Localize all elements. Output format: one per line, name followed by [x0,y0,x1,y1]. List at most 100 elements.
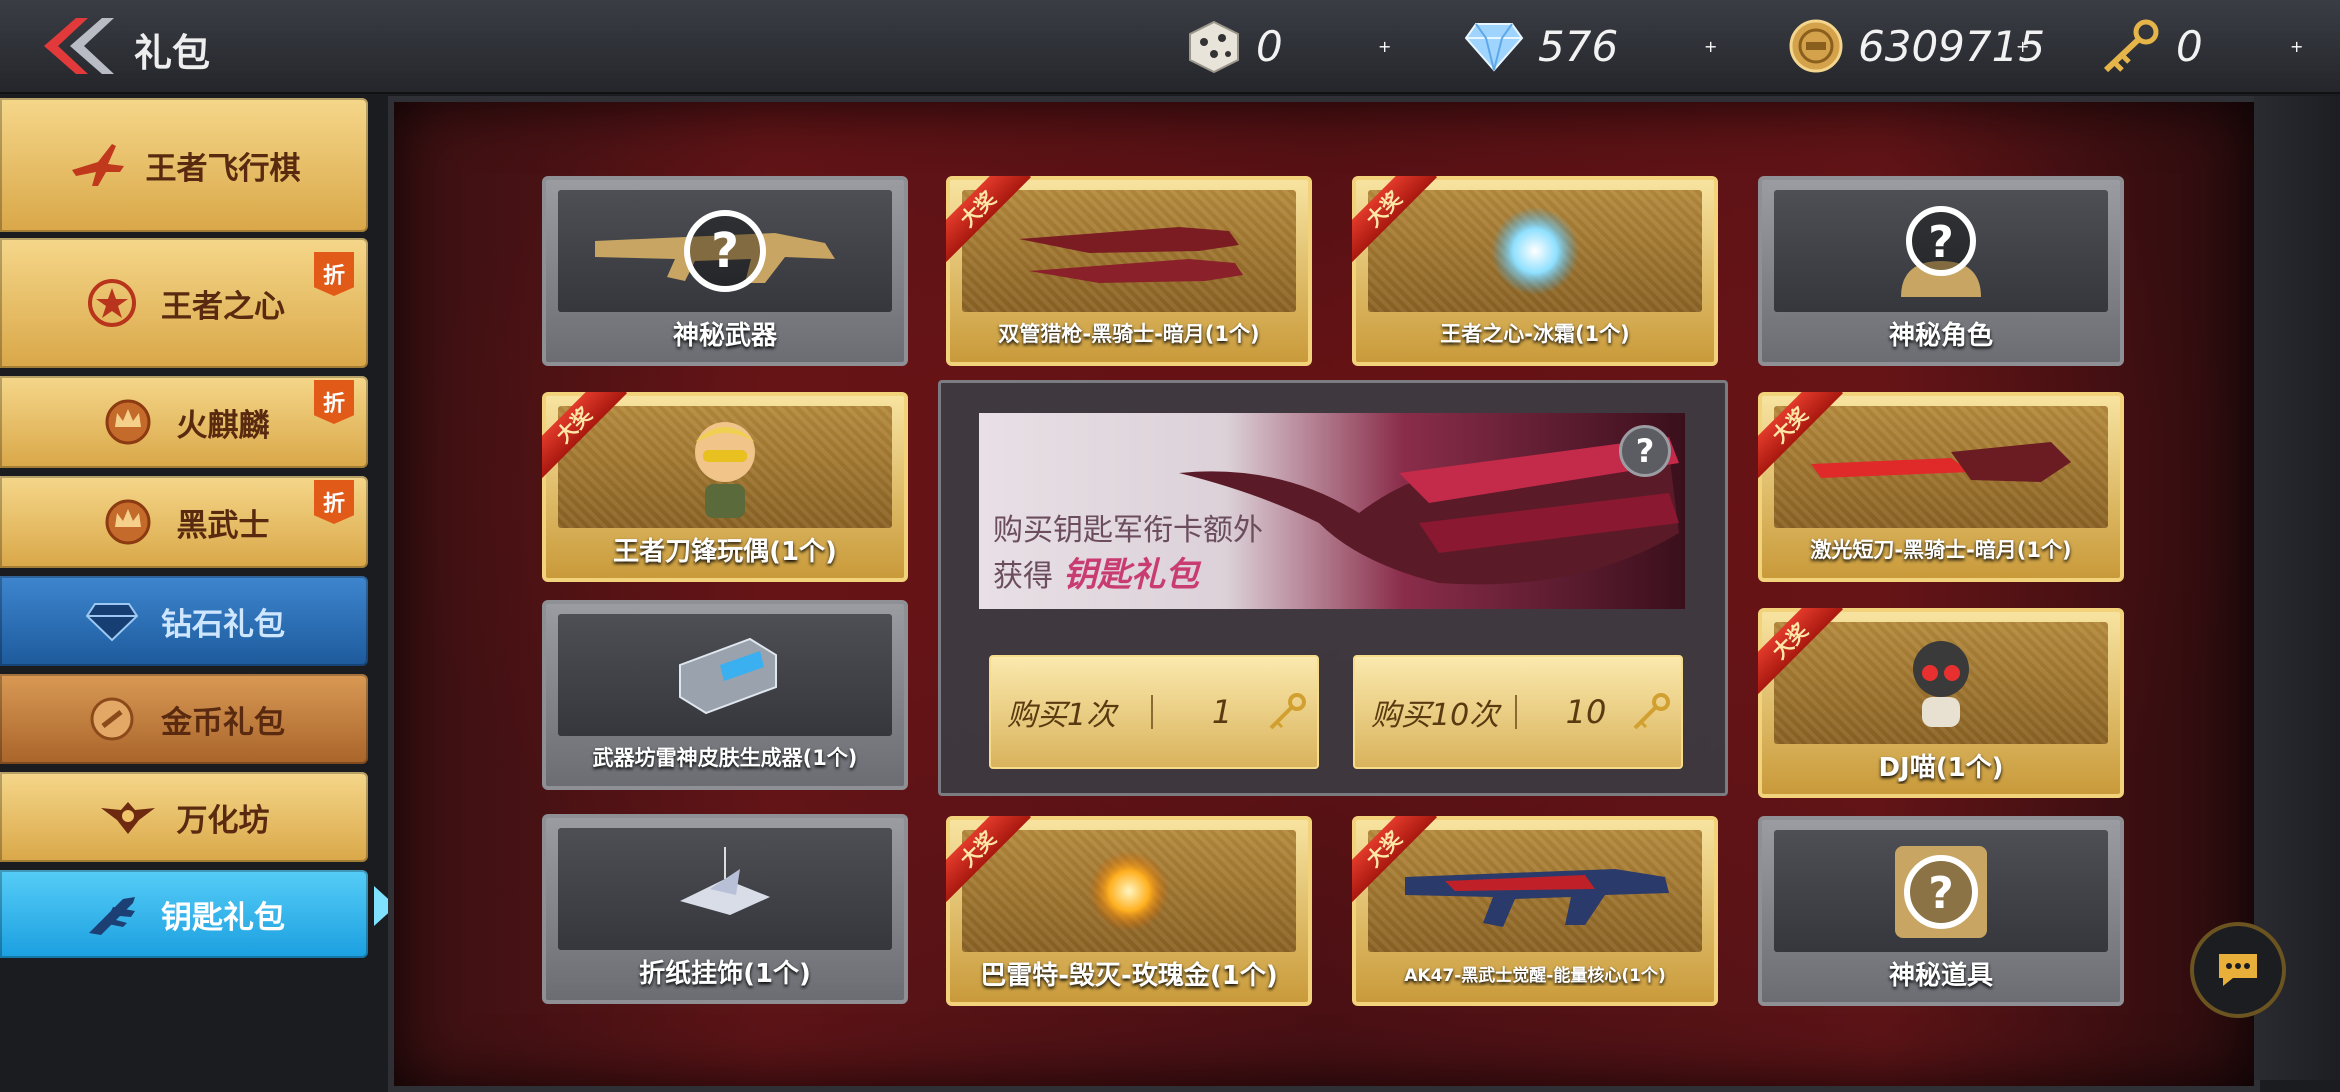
reward-name: 激光短刀-黑骑士-暗月(1个) [1810,538,2072,562]
chat-button[interactable] [2190,922,2286,1018]
star-emblem-icon [88,279,136,327]
currency-diamond: 576 [1464,14,1618,78]
mystery-item-icon: ? [1895,846,1987,938]
key-rank-card-banner[interactable]: 购买钥匙军衔卡额外 获得 钥匙礼包 ? [979,413,1685,609]
key-icon [2103,19,2159,73]
svg-text:?: ? [1928,217,1954,268]
crown-emblem-icon [105,399,150,445]
key-icon [1633,693,1670,730]
reward-name: DJ喵(1个) [1878,753,2004,783]
diamond-count: 576 [1538,21,1619,71]
grand-prize-ribbon: 大奖 [1352,816,1438,903]
doll-icon [695,422,755,518]
add-gold-button[interactable]: + [2016,14,2029,78]
page-title: 礼包 [134,31,211,75]
reward-card[interactable]: ? 神秘武器 [542,176,908,366]
reward-name: 武器坊雷神皮肤生成器(1个) [592,746,858,770]
add-dice-button[interactable]: + [1378,14,1391,78]
buy-ten-label: 购买10次 [1371,698,1500,733]
purchase-panel: 购买钥匙军衔卡额外 获得 钥匙礼包 ? 购买1次 1 购买10次 10 [938,380,1728,796]
sidebar-item-label: 万化坊 [176,802,270,839]
reward-name: 王者刀锋玩偶(1个) [613,537,837,567]
sidebar-item-label: 火麒麟 [176,407,270,444]
reward-name: 巴雷特-毁灭-玫瑰金(1个) [980,961,1278,991]
svg-text:?: ? [711,223,739,279]
diamond-icon [85,603,139,642]
skin-generator-icon [679,637,777,715]
reward-card[interactable]: ? 神秘角色 [1758,176,2124,366]
double-chevron-left-icon [44,18,114,74]
sidebar-item-gold-pack[interactable]: 金币礼包 [0,674,368,764]
reward-card[interactable]: 大奖 王者刀锋玩偶(1个) [542,392,908,582]
add-diamond-button[interactable]: + [1704,14,1717,78]
reward-card[interactable]: 武器坊雷神皮肤生成器(1个) [542,600,908,790]
buy-once-cost: 1 [1211,693,1233,731]
grand-prize-ribbon: 大奖 [1352,176,1438,263]
currency-gold: 6309715 [1788,14,2045,78]
reward-card[interactable]: 大奖 DJ喵(1个) [1758,608,2124,798]
banner-line-2: 获得 钥匙礼包 [993,555,1199,595]
currency-key: 0 [2100,14,2203,78]
ice-orb-icon [1491,207,1579,295]
banner-line-1: 购买钥匙军衔卡额外 [993,513,1263,548]
winged-emblem-icon [100,802,155,834]
reward-name: 神秘武器 [672,321,777,351]
reward-card[interactable]: 大奖 激光短刀-黑骑士-暗月(1个) [1758,392,2124,582]
sidebar-item-flight-chess[interactable]: 王者飞行棋 [0,98,368,232]
sidebar-item-kings-heart[interactable]: 王者之心 折 [0,238,368,368]
svg-text:?: ? [1928,868,1954,919]
grand-prize-ribbon: 大奖 [946,176,1032,263]
grand-prize-ribbon: 大奖 [542,392,628,479]
dice-icon [1189,20,1239,74]
key-wing-icon [89,897,135,935]
buy-ten-button[interactable]: 购买10次 10 [1353,655,1683,769]
grand-prize-ribbon: 大奖 [1758,392,1844,479]
banner-highlight: 钥匙礼包 [1063,555,1199,595]
reward-name: AK47-黑武士觉醒-能量核心(1个) [1404,966,1666,986]
help-button[interactable]: ? [1619,425,1671,477]
sidebar-item-diamond-pack[interactable]: 钻石礼包 [0,576,368,666]
reward-card[interactable]: 折纸挂饰(1个) [542,814,908,1004]
back-button[interactable] [36,14,116,78]
buy-once-label: 购买1次 [1007,698,1117,733]
dice-count: 0 [1256,21,1283,71]
dj-cat-icon [1913,641,1969,727]
shotgun-icon [1019,227,1243,283]
sidebar-item-label: 钻石礼包 [161,606,285,643]
fire-orb-icon [1089,851,1169,931]
reward-card[interactable]: 大奖 王者之心-冰霜(1个) [1352,176,1718,366]
sidebar-item-black-warrior[interactable]: 黑武士 折 [0,476,368,568]
reward-name: 王者之心-冰霜(1个) [1440,322,1630,346]
crown-emblem-icon [105,499,150,545]
buy-once-button[interactable]: 购买1次 1 [989,655,1319,769]
gold-coin-icon [1789,19,1843,73]
top-bar: 礼包 0 + 576 + 6309715 + 0 + [0,0,2340,94]
discount-badge: 折 [314,252,354,296]
sidebar-item-wanhua-workshop[interactable]: 万化坊 [0,772,368,862]
reward-card[interactable]: 大奖 巴雷特-毁灭-玫瑰金(1个) [946,816,1312,1006]
reward-name: 神秘道具 [1888,961,1993,991]
discount-badge: 折 [314,380,354,424]
reward-card[interactable]: 大奖 AK47-黑武士觉醒-能量核心(1个) [1352,816,1718,1006]
key-icon [1269,693,1306,730]
jet-icon [71,144,124,186]
reward-name: 折纸挂饰(1个) [639,959,811,989]
reward-card[interactable]: 大奖 双管猎枪-黑骑士-暗月(1个) [946,176,1312,366]
mystery-character-icon: ? [1901,206,1981,297]
sidebar-item-label: 王者之心 [161,288,285,325]
reward-card[interactable]: ? 神秘道具 [1758,816,2124,1006]
mystery-weapon-icon: ? [595,210,835,292]
diamond-icon [1464,23,1524,72]
sidebar-item-key-pack[interactable]: 钥匙礼包 [0,870,368,958]
paper-crane-icon [680,847,770,915]
sidebar-item-label: 王者飞行棋 [145,150,301,187]
sidebar-item-fire-qilin[interactable]: 火麒麟 折 [0,376,368,468]
discount-badge: 折 [314,480,354,524]
grand-prize-ribbon: 大奖 [1758,608,1844,695]
sidebar-item-label: 黑武士 [176,507,270,544]
key-count: 0 [2176,21,2203,71]
sidebar-item-label: 钥匙礼包 [161,899,285,936]
add-key-button[interactable]: + [2290,14,2303,78]
reward-name: 双管猎枪-黑骑士-暗月(1个) [998,322,1260,346]
coin-icon [90,697,134,741]
